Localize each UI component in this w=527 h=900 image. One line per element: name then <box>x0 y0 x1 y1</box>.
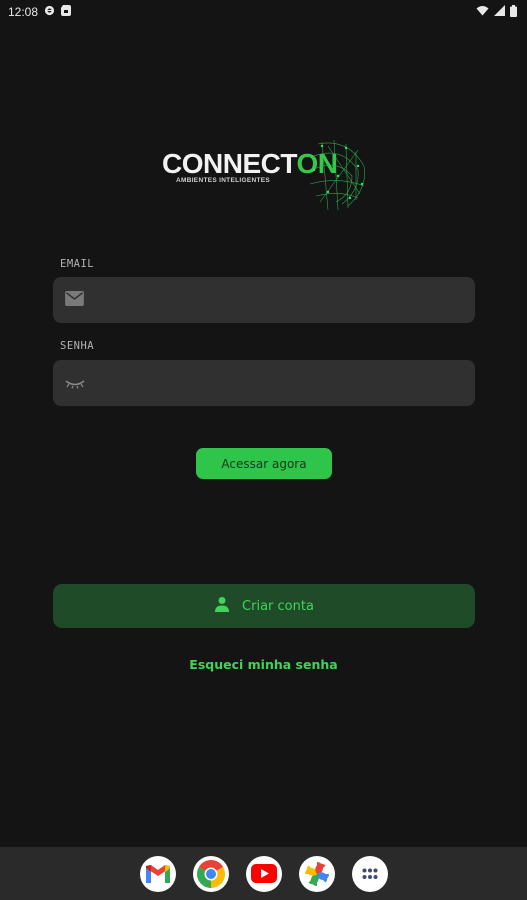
sync-icon <box>44 5 55 19</box>
login-button[interactable]: Acessar agora <box>196 448 332 479</box>
app-dock <box>0 847 527 900</box>
gmail-icon[interactable] <box>139 855 176 892</box>
eye-closed-icon[interactable] <box>65 374 85 393</box>
logo-subtitle: AMBIENTES INTELIGENTES <box>176 177 270 184</box>
password-input[interactable] <box>95 360 475 406</box>
forgot-password-link[interactable]: Esqueci minha senha <box>0 657 527 672</box>
status-bar: 12:08 <box>0 0 527 24</box>
email-icon <box>65 290 84 310</box>
status-time: 12:08 <box>8 5 39 19</box>
wifi-icon <box>476 5 489 19</box>
login-button-label: Acessar agora <box>221 456 307 471</box>
create-account-button[interactable]: Criar conta <box>53 584 475 628</box>
youtube-icon[interactable] <box>245 855 282 892</box>
password-field[interactable] <box>53 360 475 406</box>
email-input[interactable] <box>94 277 475 323</box>
signal-icon <box>494 5 505 19</box>
photos-icon[interactable] <box>298 855 335 892</box>
email-label: EMAIL <box>60 258 95 270</box>
connecton-logo: CONNECTON AMBIENTES INTELIGENTES <box>160 136 370 212</box>
chrome-icon[interactable] <box>192 855 229 892</box>
sim-card-icon <box>61 5 72 19</box>
logo-mesh-graphic <box>309 139 365 211</box>
create-account-label: Criar conta <box>242 598 314 614</box>
person-icon <box>214 596 230 616</box>
battery-icon <box>510 4 517 20</box>
password-label: SENHA <box>60 340 95 352</box>
email-field[interactable] <box>53 277 475 323</box>
app-drawer-icon[interactable] <box>351 855 388 892</box>
